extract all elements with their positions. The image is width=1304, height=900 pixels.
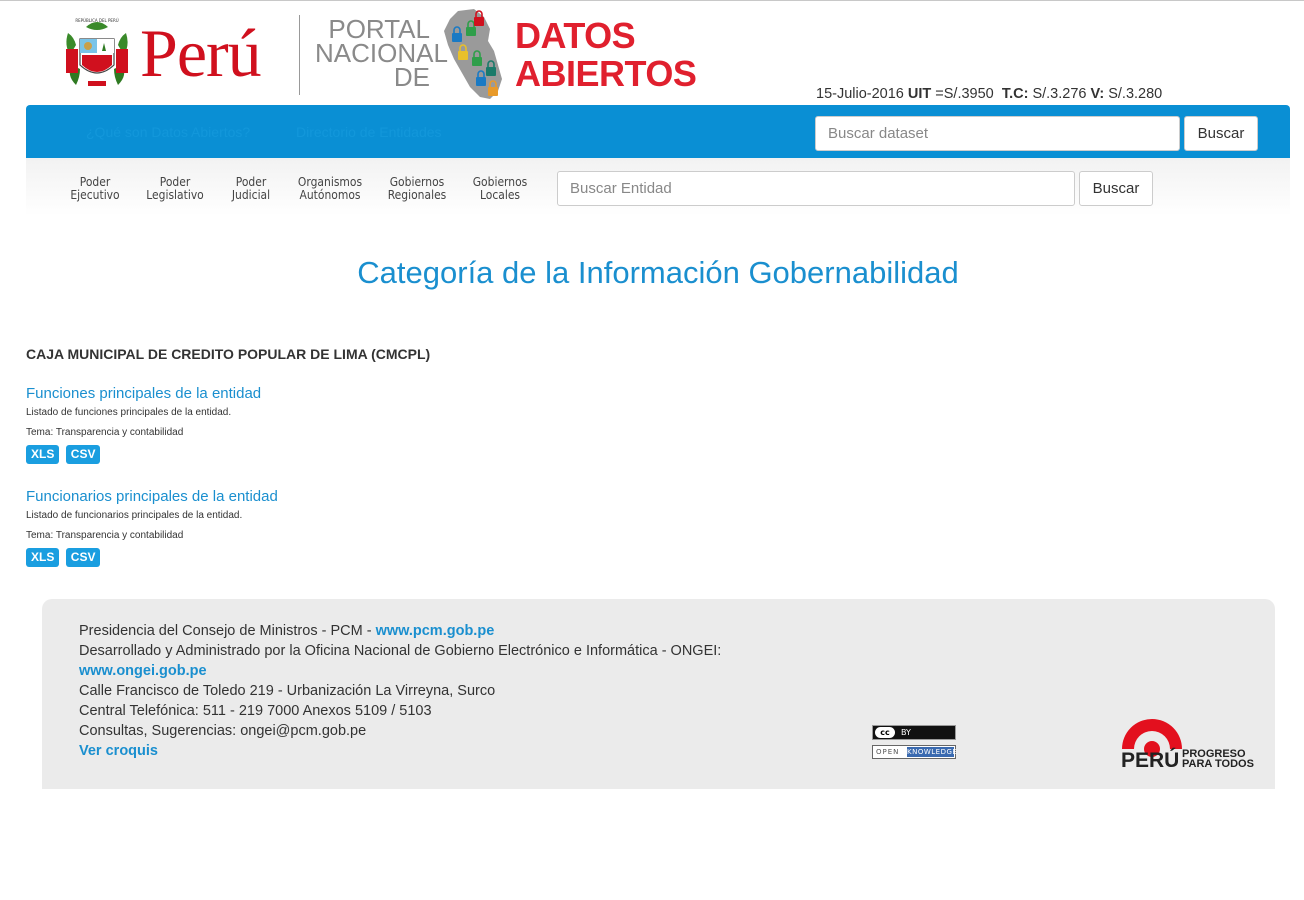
page-title: Categoría de la Información Gobernabilid…	[357, 255, 959, 290]
portal-line-3: DE	[393, 62, 430, 92]
category-gobiernos-locales[interactable]: Gobiernos Locales	[467, 175, 532, 201]
footer-line-ongei: Desarrollado y Administrado por la Ofici…	[79, 643, 722, 659]
uit-value: =S/.3950	[935, 86, 994, 102]
peru-wordmark: Perú	[140, 15, 262, 91]
dataset-tema: Tema: Transparencia y contabilidad	[26, 530, 184, 541]
footer-croquis-link[interactable]: Ver croquis	[79, 743, 158, 759]
category-poder-ejecutivo[interactable]: Poder Ejecutivo	[67, 175, 124, 201]
datos-line-1: DATOS	[515, 15, 636, 56]
by-label: BY	[901, 728, 911, 737]
dataset-item: Funcionarios principales de la entidad L…	[26, 488, 278, 568]
peru-logo-tagline-2: PARA TODOS	[1182, 758, 1254, 770]
knowledge-label: KNOWLEDGE	[907, 747, 958, 757]
peru-progreso-logo-icon: PERÚ PROGRESO PARA TODOS	[1121, 719, 1254, 771]
footer-phone: Central Telefónica: 511 - 219 7000 Anexo…	[79, 703, 432, 719]
footer-pcm-link[interactable]: www.pcm.gob.pe	[376, 623, 495, 639]
dataset-tema: Tema: Transparencia y contabilidad	[26, 427, 184, 438]
datos-abiertos-label: DATOS ABIERTOS	[515, 15, 697, 94]
format-xls-badge[interactable]: XLS	[26, 548, 60, 567]
open-knowledge-badge-icon[interactable]: OPEN KNOWLEDGE	[872, 745, 958, 759]
site-header: REPÚBLICA DEL PERÚ Perú PORTAL NACIONAL …	[0, 1, 1304, 105]
top-navbar: ¿Qué son Datos Abiertos? Directorio de E…	[26, 105, 1290, 158]
search-entidad-button[interactable]: Buscar	[1079, 171, 1153, 206]
entity-name: CAJA MUNICIPAL DE CREDITO POPULAR DE LIM…	[26, 346, 431, 362]
escudo-label: REPÚBLICA DEL PERÚ	[75, 18, 118, 23]
datos-line-2: ABIERTOS	[515, 53, 697, 94]
current-date: 15-Julio-2016	[816, 86, 904, 102]
economic-indicators: 15-Julio-2016 UIT =S/.3950 T.C: S/.3.276…	[816, 86, 1162, 102]
v-label: V:	[1090, 86, 1105, 102]
format-csv-badge[interactable]: CSV	[65, 445, 101, 464]
search-entidad-input[interactable]	[557, 171, 1075, 206]
dataset-title-link[interactable]: Funcionarios principales de la entidad	[26, 488, 278, 506]
nav-link-que-son-datos-abiertos[interactable]: ¿Qué son Datos Abiertos?	[86, 124, 250, 140]
peru-logo-word: PERÚ	[1121, 748, 1179, 771]
format-xls-badge[interactable]: XLS	[26, 445, 60, 464]
category-line: Regionales	[387, 187, 447, 202]
tc-value: S/.3.276	[1032, 86, 1087, 102]
footer-contact-info: Presidencia del Consejo de Ministros - P…	[79, 621, 721, 761]
category-line: Autónomos	[299, 187, 361, 202]
category-poder-legislativo[interactable]: Poder Legislativo	[143, 175, 207, 201]
dataset-description: Listado de funcionarios principales de l…	[26, 510, 243, 521]
footer-pcm-text: Presidencia del Consejo de Ministros - P…	[79, 623, 376, 639]
category-organismos-autonomos[interactable]: Organismos Autónomos	[294, 175, 366, 201]
footer-ongei-link[interactable]: www.ongei.gob.pe	[79, 663, 207, 679]
dataset-title-link[interactable]: Funciones principales de la entidad	[26, 385, 261, 403]
creative-commons-badge-icon[interactable]: cc BY	[872, 725, 956, 740]
format-csv-badge[interactable]: CSV	[65, 548, 101, 567]
v-value: S/.3.280	[1108, 86, 1163, 102]
search-dataset-button[interactable]: Buscar	[1184, 116, 1258, 151]
peru-map-locks-icon	[444, 9, 502, 99]
category-navbar: Poder Ejecutivo Poder Legislativo Poder …	[26, 158, 1290, 216]
category-line: Ejecutivo	[70, 187, 120, 202]
site-footer: Presidencia del Consejo de Ministros - P…	[42, 599, 1275, 789]
dataset-item: Funciones principales de la entidad List…	[26, 385, 261, 465]
tc-label: T.C:	[1001, 86, 1029, 102]
portal-nacional-label: PORTAL NACIONAL DE	[315, 16, 448, 92]
open-label: OPEN	[876, 748, 900, 756]
footer-line-pcm: Presidencia del Consejo de Ministros - P…	[79, 621, 721, 641]
category-line: Judicial	[231, 187, 271, 202]
category-line: Locales	[479, 187, 521, 202]
category-poder-judicial[interactable]: Poder Judicial	[226, 175, 276, 201]
cc-label: cc	[875, 727, 895, 738]
category-line: Legislativo	[146, 187, 204, 202]
dataset-description: Listado de funciones principales de la e…	[26, 407, 232, 418]
footer-email: Consultas, Sugerencias: ongei@pcm.gob.pe	[79, 723, 367, 739]
nav-link-directorio-entidades[interactable]: Directorio de Entidades	[296, 124, 442, 140]
dataset-formats: XLS CSV	[26, 548, 278, 568]
search-dataset-input[interactable]	[815, 116, 1180, 151]
category-gobiernos-regionales[interactable]: Gobiernos Regionales	[383, 175, 450, 201]
footer-address: Calle Francisco de Toledo 219 - Urbaniza…	[79, 683, 496, 699]
dataset-formats: XLS CSV	[26, 445, 261, 465]
header-divider	[299, 15, 300, 95]
coat-of-arms-icon: REPÚBLICA DEL PERÚ	[66, 18, 128, 86]
uit-label: UIT	[907, 86, 932, 102]
